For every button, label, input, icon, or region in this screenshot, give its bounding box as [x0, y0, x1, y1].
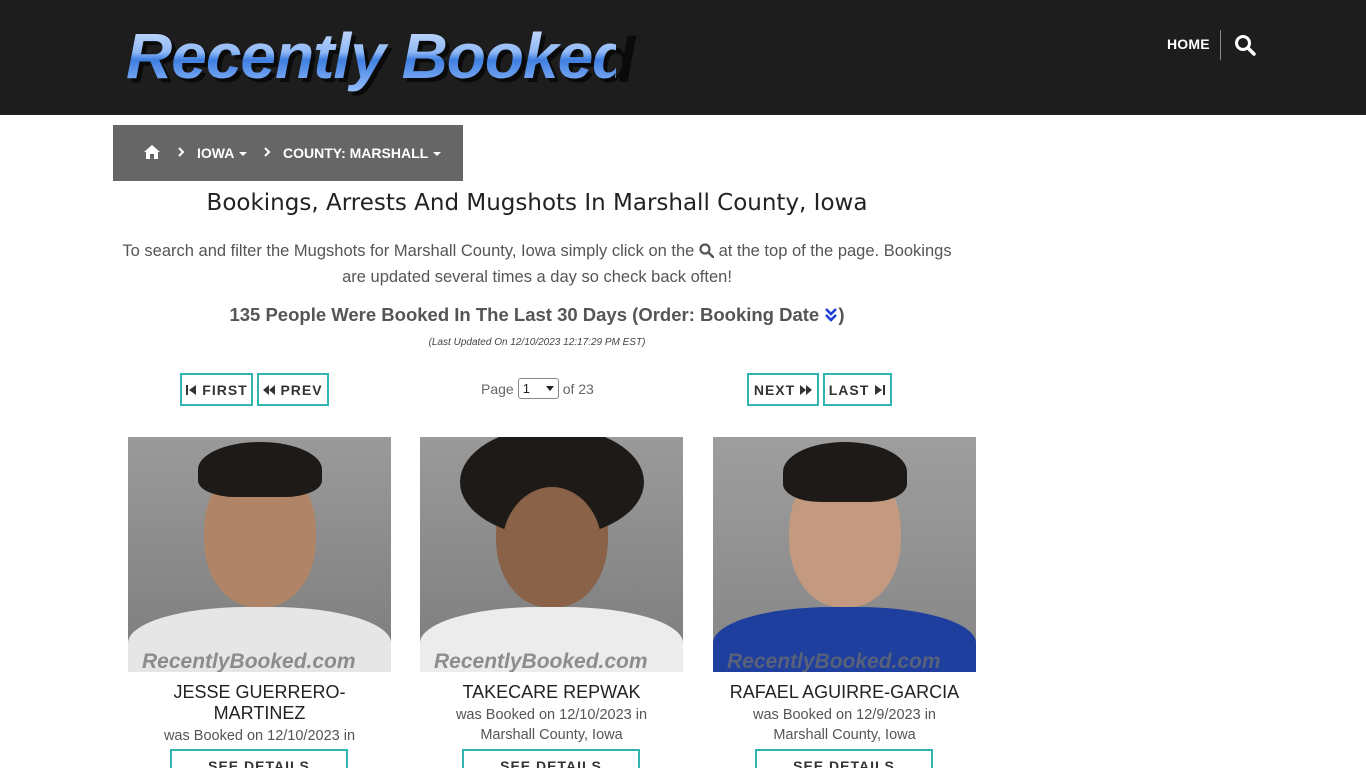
- next-page-button[interactable]: NEXT: [747, 373, 819, 406]
- nav-divider: [1220, 30, 1221, 60]
- person-name[interactable]: JESSE GUERRERO-MARTINEZ: [128, 682, 391, 724]
- last-page-label: LAST: [828, 381, 870, 398]
- site-header: Recently Booked Recently Booked HOME: [0, 0, 1366, 115]
- booking-info: was Booked on 12/10/2023 in Marshall Cou…: [420, 705, 683, 745]
- photo-watermark: RecentlyBooked.com: [142, 650, 356, 672]
- see-details-button[interactable]: SEE DETAILS: [462, 749, 640, 768]
- prev-page-button[interactable]: PREV: [257, 373, 329, 406]
- search-icon: [699, 240, 715, 259]
- booking-card[interactable]: RecentlyBooked.com RAFAEL AGUIRRE-GARCIA…: [713, 437, 976, 768]
- page-select[interactable]: 1: [517, 378, 559, 399]
- page-title: Bookings, Arrests And Mugshots In Marsha…: [206, 190, 868, 216]
- person-name[interactable]: RAFAEL AGUIRRE-GARCIA: [713, 682, 976, 703]
- see-details-button[interactable]: SEE DETAILS: [170, 749, 348, 768]
- last-updated: (Last Updated On 12/10/2023 12:17:29 PM …: [428, 337, 646, 348]
- intro-text-before: To search and filter the Mugshots for Ma…: [122, 242, 695, 260]
- booking-county-line: Marshall County, Iowa: [773, 727, 916, 743]
- photo-hair: [783, 442, 907, 502]
- skip-first-icon: [186, 384, 197, 395]
- breadcrumb-county[interactable]: COUNTY: MARSHALL: [283, 145, 442, 161]
- booking-count: 135 People Were Booked In The Last 30 Da…: [113, 304, 961, 326]
- page-select-value: 1: [522, 381, 530, 396]
- breadcrumb-state[interactable]: IOWA: [197, 145, 248, 161]
- page-label: Page: [481, 380, 514, 397]
- next-page-label: NEXT: [753, 381, 796, 398]
- prev-page-label: PREV: [280, 381, 323, 398]
- caret-down-icon: [433, 152, 442, 157]
- booking-count-label: 135 People Were Booked In The Last 30 Da…: [229, 304, 820, 325]
- person-name[interactable]: TAKECARE REPWAK: [420, 682, 683, 703]
- chevron-down-icon: [545, 386, 554, 391]
- photo-watermark: RecentlyBooked.com: [434, 650, 648, 672]
- double-chevron-down-icon[interactable]: [824, 306, 838, 322]
- nav-home-link[interactable]: HOME: [1167, 36, 1210, 52]
- skip-last-icon: [875, 384, 886, 395]
- first-page-label: FIRST: [202, 381, 248, 398]
- intro-text: To search and filter the Mugshots for Ma…: [113, 238, 961, 290]
- breadcrumb-county-label: COUNTY: MARSHALL: [283, 145, 429, 161]
- booking-count-close: ): [838, 304, 845, 325]
- mugshot-photo[interactable]: RecentlyBooked.com: [128, 437, 391, 672]
- booking-county-line: Marshall County, Iowa: [480, 727, 623, 743]
- fast-forward-icon: [800, 384, 813, 395]
- search-icon[interactable]: [1234, 34, 1256, 56]
- mugshot-photo[interactable]: RecentlyBooked.com: [420, 437, 683, 672]
- mugshot-photo[interactable]: RecentlyBooked.com: [713, 437, 976, 672]
- chevron-right-icon: [176, 145, 186, 159]
- rewind-icon: [263, 384, 276, 395]
- page-count: of 23: [562, 380, 594, 397]
- see-details-button[interactable]: SEE DETAILS: [755, 749, 933, 768]
- booking-card[interactable]: RecentlyBooked.com JESSE GUERRERO-MARTIN…: [128, 437, 391, 768]
- last-page-button[interactable]: LAST: [823, 373, 892, 406]
- photo-hair: [198, 442, 322, 497]
- breadcrumb: IOWA COUNTY: MARSHALL: [113, 125, 463, 181]
- page-selector: Page 1 of 23: [481, 378, 594, 399]
- photo-face-front: [502, 487, 602, 607]
- photo-watermark: RecentlyBooked.com: [727, 650, 941, 672]
- caret-down-icon: [239, 152, 248, 157]
- booking-date-line: was Booked on 12/10/2023 in: [163, 728, 356, 744]
- booking-date-line: was Booked on 12/10/2023 in: [455, 707, 648, 723]
- booking-date-line: was Booked on 12/9/2023 in: [753, 707, 936, 723]
- breadcrumb-state-label: IOWA: [197, 145, 235, 161]
- first-page-button[interactable]: FIRST: [180, 373, 253, 406]
- home-icon[interactable]: [143, 144, 161, 160]
- booking-card[interactable]: RecentlyBooked.com TAKECARE REPWAK was B…: [420, 437, 683, 768]
- chevron-right-icon: [262, 145, 272, 159]
- site-logo[interactable]: Recently Booked: [126, 18, 631, 94]
- booking-info: was Booked on 12/9/2023 in Marshall Coun…: [713, 705, 976, 745]
